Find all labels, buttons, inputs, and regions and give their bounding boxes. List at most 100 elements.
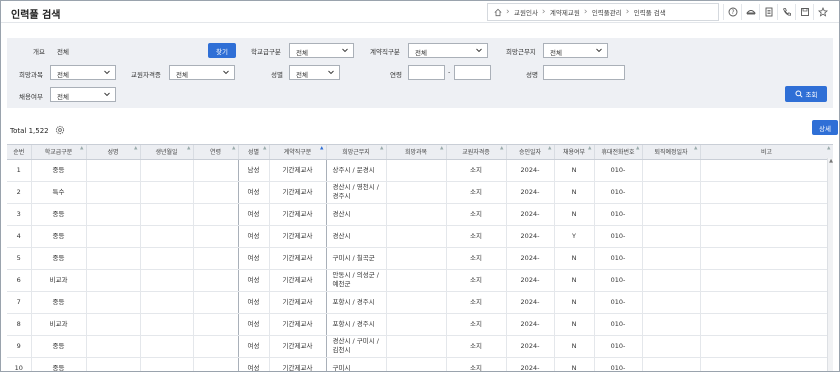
table-cell: 5 bbox=[7, 247, 32, 270]
gender-select[interactable]: 전체 bbox=[289, 65, 340, 80]
table-cell: 경산시 bbox=[326, 203, 387, 226]
table-cell: 7 bbox=[7, 291, 32, 314]
column-header[interactable]: 성명 ▲ bbox=[86, 145, 141, 160]
table-cell bbox=[642, 313, 701, 336]
search-icon bbox=[794, 90, 803, 98]
column-header[interactable]: 휴대전화번호 ▲ bbox=[594, 145, 643, 160]
table-cell bbox=[700, 225, 833, 248]
column-header[interactable]: 학교급구분 ▲ bbox=[31, 145, 87, 160]
desired-subject-label: 희망과목 bbox=[19, 71, 43, 79]
table-cell: 여성 bbox=[238, 247, 270, 270]
search-button[interactable]: 조회 bbox=[785, 86, 827, 102]
column-header[interactable]: 순번 bbox=[7, 145, 32, 160]
breadcrumb-item[interactable]: 인력풀관리 bbox=[584, 4, 628, 20]
detail-button[interactable]: 상세 bbox=[812, 120, 838, 135]
table-cell: 경산시 / 구미시 / 김천시 bbox=[326, 335, 387, 358]
scroll-up-icon[interactable]: ▲ bbox=[828, 158, 834, 164]
phone-icon[interactable] bbox=[777, 4, 795, 20]
table-row[interactable]: 2 특수 여성 기간제교사 경산시 / 영천시 / 경주시 소지 2024- N 010- bbox=[7, 181, 833, 204]
table-cell bbox=[140, 225, 194, 248]
table-cell bbox=[140, 269, 194, 292]
table-cell: Y bbox=[554, 225, 595, 248]
column-header[interactable]: 계약직구분 ▲ bbox=[269, 145, 327, 160]
table-cell bbox=[193, 159, 239, 182]
column-header[interactable]: 성별 ▲ bbox=[238, 145, 270, 160]
table-row[interactable]: 3 중등 여성 기간제교사 경산시 소지 2024- N 010- bbox=[7, 203, 833, 226]
school-level-select[interactable]: 전체 bbox=[289, 43, 354, 58]
table-cell bbox=[386, 335, 447, 358]
table-cell bbox=[386, 159, 447, 182]
chevron-down-icon bbox=[342, 48, 348, 53]
top-bar: 인력풀 검색 교원인사 계약제교원 인력풀관리 인력풀 검색 ? bbox=[1, 1, 839, 23]
table-cell: N bbox=[554, 335, 595, 358]
table-cell: 2024- bbox=[506, 181, 555, 204]
vertical-scrollbar[interactable]: ▲ bbox=[827, 158, 834, 371]
column-header[interactable]: 비고 ▲ bbox=[700, 145, 833, 160]
save-icon[interactable] bbox=[795, 4, 813, 20]
table-cell: 2024- bbox=[506, 291, 555, 314]
table-row[interactable]: 9 중등 여성 기간제교사 경산시 / 구미시 / 김천시 소지 2024- N 010- bbox=[7, 335, 833, 358]
table-cell: 010- bbox=[594, 203, 643, 226]
table-cell bbox=[193, 225, 239, 248]
table-cell: 여성 bbox=[238, 357, 270, 371]
hired-select[interactable]: 전체 bbox=[50, 87, 116, 102]
table-cell bbox=[193, 313, 239, 336]
column-header[interactable]: 채용여부 ▲ bbox=[554, 145, 595, 160]
help-icon[interactable]: ? bbox=[723, 4, 741, 20]
column-header[interactable]: 교원자격증 ▲ bbox=[446, 145, 507, 160]
table-cell: 여성 bbox=[238, 181, 270, 204]
contract-type-select[interactable]: 전체 bbox=[408, 43, 488, 58]
sort-icon: ▲ bbox=[588, 146, 592, 151]
column-header[interactable]: 생년월일 ▲ bbox=[140, 145, 194, 160]
table-cell bbox=[386, 291, 447, 314]
table-row[interactable]: 1 중등 남성 기간제교사 상주시 / 문경시 소지 2024- N 010- bbox=[7, 159, 833, 182]
table-cell bbox=[193, 181, 239, 204]
age-min-input[interactable] bbox=[408, 65, 445, 80]
school-level-label: 학교급구분 bbox=[251, 48, 281, 56]
table-cell bbox=[193, 269, 239, 292]
table-row[interactable]: 7 중등 여성 기간제교사 포항시 / 경주시 소지 2024- N 010- bbox=[7, 291, 833, 314]
chevron-down-icon bbox=[223, 70, 229, 75]
table-cell: 2024- bbox=[506, 225, 555, 248]
column-header[interactable]: 희망과목 ▲ bbox=[386, 145, 447, 160]
chevron-down-icon bbox=[596, 48, 602, 53]
gear-icon[interactable] bbox=[55, 125, 65, 135]
sort-icon: ▲ bbox=[232, 146, 236, 151]
table-cell: 비교과 bbox=[31, 269, 87, 292]
column-header[interactable]: 승인일자 ▲ bbox=[506, 145, 555, 160]
table-cell bbox=[86, 357, 141, 371]
document-icon[interactable] bbox=[759, 4, 777, 20]
home-icon[interactable] bbox=[488, 4, 508, 20]
desired-location-select[interactable]: 전체 bbox=[543, 43, 608, 58]
license-select[interactable]: 전체 bbox=[169, 65, 235, 80]
age-range-separator: - bbox=[448, 68, 451, 76]
table-row[interactable]: 5 중등 여성 기간제교사 구미시 / 칠곡군 소지 2024- N 010- bbox=[7, 247, 833, 270]
cap-icon[interactable] bbox=[741, 4, 759, 20]
table-cell bbox=[700, 159, 833, 182]
table-row[interactable]: 4 중등 여성 기간제교사 경산시 소지 2024- Y 010- bbox=[7, 225, 833, 248]
desired-subject-select[interactable]: 전체 bbox=[50, 65, 116, 80]
table-cell: 010- bbox=[594, 291, 643, 314]
age-max-input[interactable] bbox=[454, 65, 491, 80]
table-cell: 010- bbox=[594, 269, 643, 292]
table-row[interactable]: 6 비교과 여성 기간제교사 안동시 / 의성군 / 예천군 소지 2024- N 010- bbox=[7, 269, 833, 292]
table-cell bbox=[700, 247, 833, 270]
breadcrumb-item[interactable]: 교원인사 bbox=[506, 4, 544, 20]
column-header[interactable]: 희망근무지 ▲ bbox=[326, 145, 387, 160]
table-cell: 안동시 / 의성군 / 예천군 bbox=[326, 269, 387, 292]
name-input[interactable] bbox=[543, 65, 625, 80]
table-cell bbox=[140, 181, 194, 204]
breadcrumb-item[interactable]: 계약제교원 bbox=[542, 4, 586, 20]
column-header[interactable]: 연령 ▲ bbox=[193, 145, 239, 160]
star-icon[interactable] bbox=[813, 4, 831, 20]
table-cell: 상주시 / 문경시 bbox=[326, 159, 387, 182]
sort-icon: ▲ bbox=[80, 146, 84, 151]
contract-type-label: 계약직구분 bbox=[370, 48, 400, 56]
find-button[interactable]: 찾기 bbox=[208, 43, 236, 58]
table-cell bbox=[86, 247, 141, 270]
chevron-down-icon bbox=[328, 70, 334, 75]
column-header[interactable]: 퇴직예정일자 ▲ bbox=[642, 145, 701, 160]
table-row[interactable]: 10 중등 여성 기간제교사 구미시 소지 2024- N 010- bbox=[7, 357, 833, 371]
search-filter-panel: 개요 전체 찾기 학교급구분 전체 계약직구분 전체 희망근무지 전체 희망과목… bbox=[7, 38, 833, 108]
table-row[interactable]: 8 비교과 여성 기간제교사 포항시 / 경주시 소지 2024- N 010- bbox=[7, 313, 833, 336]
